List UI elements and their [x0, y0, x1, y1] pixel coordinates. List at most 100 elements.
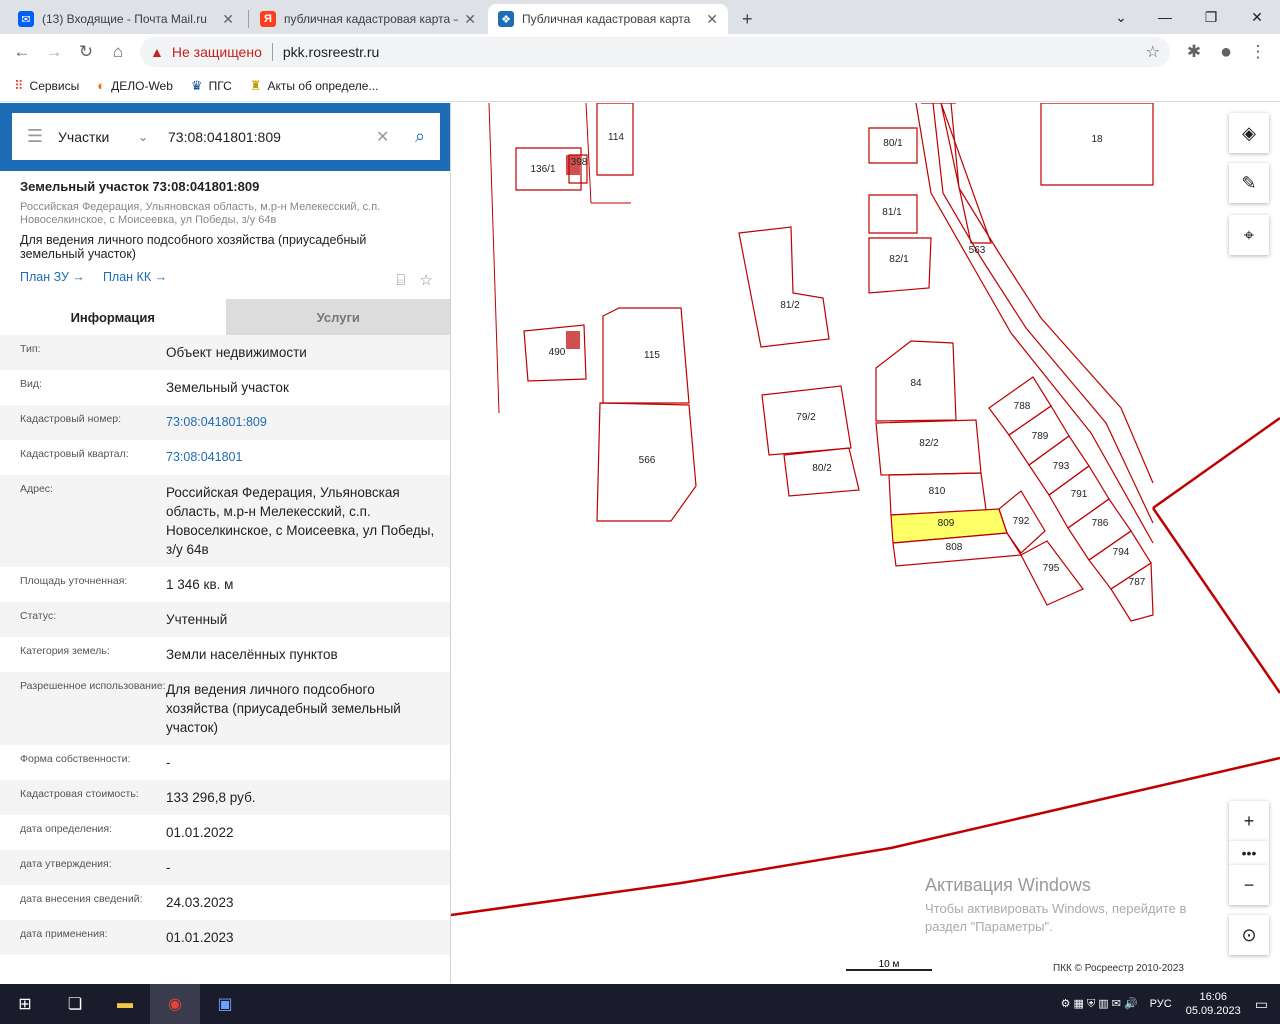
compass-icon[interactable]: ⊙ [1229, 915, 1269, 955]
search-category[interactable]: Участки [58, 129, 138, 145]
language-indicator[interactable]: РУС [1150, 998, 1172, 1010]
bookmark-acts[interactable]: ♜ Акты об определе... [250, 78, 379, 94]
row-value: 01.01.2022 [166, 825, 234, 840]
close-icon[interactable]: ✕ [222, 11, 234, 28]
address-bar[interactable]: ▲ Не защищено pkk.rosreestr.ru ☆ [140, 37, 1170, 67]
table-row: дата утверждения: - [0, 850, 450, 885]
table-row: дата внесения сведений: 24.03.2023 [0, 885, 450, 920]
save-app-icon[interactable]: ▣ [200, 984, 250, 1024]
browser-toolbar: ← → ↻ ⌂ ▲ Не защищено pkk.rosreestr.ru ☆… [0, 34, 1280, 70]
table-row: Вид: Земельный участок [0, 370, 450, 405]
notifications-icon[interactable]: ▭ [1255, 996, 1268, 1013]
row-label: Форма собственности: [20, 753, 131, 765]
bookmark-services[interactable]: ⠿ Сервисы [14, 78, 79, 94]
back-icon[interactable]: ← [8, 38, 36, 66]
cadastral-map[interactable]: 136/1 398 114 80/1 18 81/1 82/1 81/2 490 115 84 788… [451, 103, 1280, 983]
chevron-down-icon[interactable]: ⌄ [138, 130, 168, 144]
layers-icon[interactable]: ◈ [1229, 113, 1269, 153]
row-value: 24.03.2023 [166, 895, 234, 910]
row-value: Учтенный [166, 612, 228, 627]
object-title: Земельный участок 73:08:041801:809 [20, 179, 260, 194]
parcel-label: 793 [1053, 461, 1070, 472]
extensions-icon[interactable]: ✱ [1180, 38, 1208, 66]
parcel-label: 80/2 [812, 463, 832, 474]
plan-zu-link[interactable]: План ЗУ → [20, 270, 85, 284]
forward-icon[interactable]: → [40, 38, 68, 66]
search-input[interactable]: 73:08:041801:809 [168, 129, 376, 145]
row-label: дата определения: [20, 823, 113, 835]
profile-menu-icon[interactable]: ⌄ [1098, 0, 1144, 34]
zoom-in-button[interactable]: + [1229, 801, 1269, 841]
object-use: Для ведения личного подсобного хозяйства… [20, 233, 367, 261]
tab-mail[interactable]: ✉ (13) Входящие - Почта Mail.ru ✕ [8, 4, 244, 34]
close-icon[interactable]: ✕ [464, 11, 476, 28]
parcel-label: 795 [1043, 563, 1060, 574]
parcel-81-2 [738, 226, 830, 348]
row-value: 1 346 кв. м [166, 577, 234, 592]
maximize-button[interactable]: ❐ [1188, 0, 1234, 34]
parcel-label: 114 [608, 132, 624, 143]
ruler-icon[interactable]: ✎ [1229, 163, 1269, 203]
close-icon[interactable]: ✕ [706, 11, 718, 28]
home-icon[interactable]: ⌂ [104, 38, 132, 66]
taskbar: ⊞ ❏ ▬ ◉ ▣ ⚙ ▦ ⛨ ▥ ✉ 🔊 РУС 16:06 05.09.20… [0, 984, 1280, 1024]
new-tab-button[interactable]: + [732, 4, 762, 34]
bookmark-delo[interactable]: ◐ ДЕЛО-Web [97, 78, 173, 93]
row-value: 133 296,8 руб. [166, 790, 256, 805]
reload-icon[interactable]: ↻ [72, 38, 100, 66]
parcel-layer: 136/1 398 114 80/1 18 81/1 82/1 81/2 490 115 84 788… [451, 103, 1280, 917]
parcel-label: 787 [1129, 577, 1146, 588]
parcel-label: 810 [929, 486, 946, 497]
clock[interactable]: 16:06 05.09.2023 [1186, 990, 1241, 1018]
bookmark-pgs[interactable]: ♛ ПГС [191, 78, 232, 94]
parcel-label: 80/1 [883, 138, 903, 149]
yandex-icon: Я [260, 11, 276, 27]
table-row: Адрес: Российская Федерация, Ульяновская … [0, 475, 450, 567]
chrome-icon[interactable]: ◉ [150, 984, 200, 1024]
account-icon[interactable]: ● [1212, 38, 1240, 66]
locate-icon[interactable]: ⌖ [1229, 215, 1269, 255]
clear-icon[interactable]: ✕ [376, 127, 400, 147]
table-row: Площадь уточненная: 1 346 кв. м [0, 567, 450, 602]
task-view-icon[interactable]: ❏ [50, 984, 100, 1024]
more-icon[interactable]: ••• [1229, 841, 1269, 865]
close-window-button[interactable]: ✕ [1234, 0, 1280, 34]
row-label: Категория земель: [20, 645, 110, 657]
row-value: Объект недвижимости [166, 345, 307, 360]
menu-burger-icon[interactable]: ☰ [12, 126, 58, 147]
parcel-label: 81/1 [882, 207, 902, 218]
parcel-label: 788 [1014, 401, 1031, 412]
plan-kk-link[interactable]: План КК → [103, 270, 167, 284]
file-explorer-icon[interactable]: ▬ [100, 984, 150, 1024]
info-table: Тип: Объект недвижимости Вид: Земельный уча… [0, 335, 450, 955]
row-value[interactable]: 73:08:041801:809 [166, 413, 450, 432]
table-row: Категория земель: Земли населённых пункто… [0, 637, 450, 672]
favorite-star-icon[interactable]: ☆ [420, 272, 433, 289]
parcel-label: 136/1 [530, 164, 555, 175]
row-label: Кадастровый номер: [20, 413, 122, 425]
bookmark-star-icon[interactable]: ☆ [1146, 42, 1160, 62]
row-label: дата утверждения: [20, 858, 112, 870]
row-value[interactable]: 73:08:041801 [166, 448, 450, 467]
road-edge [915, 103, 1154, 544]
copyright: ПКК © Росреестр 2010-2023 [1053, 963, 1184, 974]
windows-start-icon[interactable]: ⊞ [0, 984, 50, 1024]
parcel-label: 82/1 [889, 254, 909, 265]
tab-yandex[interactable]: Я публичная кадастровая карта — ✕ [250, 4, 486, 34]
menu-icon[interactable]: ⋮ [1244, 38, 1272, 66]
minimize-button[interactable]: — [1142, 0, 1188, 34]
row-label: Кадастровый квартал: [20, 448, 129, 460]
tab-pkk[interactable]: ❖ Публичная кадастровая карта ✕ [488, 4, 728, 34]
table-row: Статус: Учтенный [0, 602, 450, 637]
tab-info[interactable]: Информация [0, 299, 226, 335]
tab-services[interactable]: Услуги [225, 299, 450, 335]
search-icon[interactable]: ⌕ [400, 126, 440, 147]
tray-icons[interactable]: ⚙ ▦ ⛨ ▥ ✉ 🔊 [1061, 997, 1138, 1011]
scale-bar: 10 м [846, 959, 932, 971]
parcel-edge [488, 103, 631, 414]
parcel-label: 566 [639, 455, 656, 466]
parcel-label: 809 [938, 518, 955, 529]
search-on-map-icon[interactable]: ⌸ [396, 272, 405, 289]
zoom-out-button[interactable]: − [1229, 865, 1269, 905]
table-row: Кадастровый номер: 73:08:041801:809 [0, 405, 450, 440]
